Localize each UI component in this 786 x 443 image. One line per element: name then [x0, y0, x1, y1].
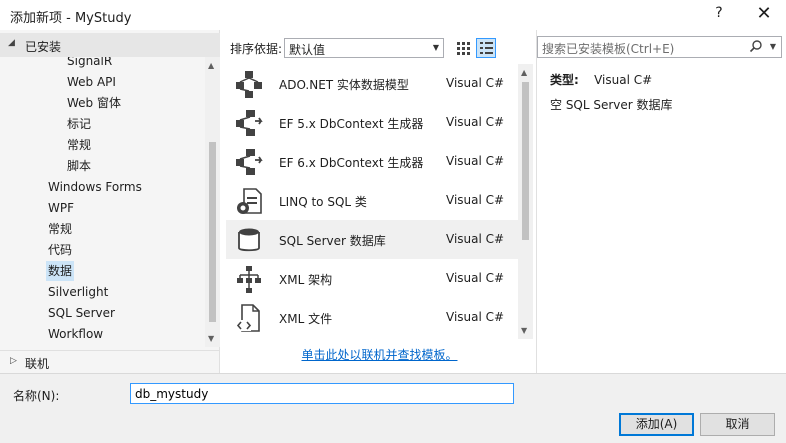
scroll-down-icon[interactable]: ▼: [208, 334, 214, 343]
template-list: ADO.NET 实体数据模型 Visual C# EF 5.x DbContext …: [226, 64, 518, 339]
grid-view-icon: [457, 42, 470, 55]
list-view-button[interactable]: [476, 38, 496, 58]
template-name: EF 6.x DbContext 生成器: [279, 156, 424, 170]
tree-item[interactable]: 脚本: [67, 156, 91, 176]
template-language: Visual C#: [446, 115, 505, 129]
template-name: EF 5.x DbContext 生成器: [279, 117, 424, 131]
tree-item[interactable]: 代码: [48, 240, 72, 260]
scroll-down-icon[interactable]: ▼: [521, 326, 527, 335]
tree-item[interactable]: Silverlight: [48, 282, 108, 302]
name-input[interactable]: [131, 384, 513, 403]
sort-select[interactable]: 默认值 ▼: [284, 38, 444, 58]
template-row[interactable]: LINQ to SQL 类 Visual C#: [226, 181, 518, 220]
online-node[interactable]: ▷ 联机: [0, 350, 220, 373]
collapse-arrow-icon[interactable]: ◢: [8, 38, 15, 48]
template-row[interactable]: ADO.NET 实体数据模型 Visual C#: [226, 64, 518, 103]
tree-item[interactable]: 常规: [67, 135, 91, 155]
scrollbar-thumb[interactable]: [209, 142, 216, 322]
search-box[interactable]: 搜索已安装模板(Ctrl+E) ▼: [537, 36, 782, 58]
xml-file-icon: [234, 303, 264, 333]
name-field-box: [130, 383, 514, 404]
list-view-icon: [480, 42, 493, 54]
template-scrollbar[interactable]: ▲ ▼: [518, 64, 533, 339]
template-row[interactable]: XML 文件 Visual C#: [226, 298, 518, 337]
template-name: XML 文件: [279, 312, 333, 326]
tree-item[interactable]: 标记: [67, 114, 91, 134]
scroll-up-icon[interactable]: ▲: [521, 68, 527, 77]
search-icon[interactable]: [749, 39, 763, 53]
category-panel: ◢ 已安装 SignalR Web API Web 窗体 标记 常规 脚本 Windows …: [0, 30, 220, 373]
tree-item[interactable]: WPF: [48, 198, 74, 218]
scrollbar-thumb[interactable]: [522, 82, 529, 240]
template-description: 空 SQL Server 数据库: [550, 98, 673, 112]
type-info: 类型: Visual C#: [550, 71, 652, 88]
find-templates-online-link[interactable]: 单击此处以联机并查找模板。: [226, 346, 533, 363]
tree-item[interactable]: 常规: [48, 219, 72, 239]
cancel-button[interactable]: 取消: [700, 413, 775, 436]
database-icon: [234, 225, 264, 255]
help-button[interactable]: ?: [709, 5, 729, 21]
online-label: 联机: [25, 357, 50, 371]
template-language: Visual C#: [446, 271, 505, 285]
template-name: SQL Server 数据库: [279, 234, 386, 248]
add-button[interactable]: 添加(A): [619, 413, 694, 436]
chevron-down-icon: ▼: [432, 43, 439, 52]
installed-label: 已安装: [25, 40, 62, 54]
dbcontext-generator-icon: [234, 108, 264, 138]
expand-arrow-icon[interactable]: ▷: [10, 356, 17, 366]
sort-bar: 排序依据: 默认值 ▼: [221, 30, 536, 62]
tree-item[interactable]: Windows Forms: [48, 177, 142, 197]
template-name: XML 架构: [279, 273, 333, 287]
category-tree: SignalR Web API Web 窗体 标记 常规 脚本 Windows Forms W…: [0, 57, 205, 347]
footer: 名称(N): 添加(A) 取消: [0, 373, 786, 443]
template-name: ADO.NET 实体数据模型: [279, 78, 409, 92]
sort-label: 排序依据:: [230, 42, 283, 56]
tree-item[interactable]: Web API: [67, 72, 116, 92]
xml-schema-icon: [234, 264, 264, 294]
tree-item[interactable]: Workflow: [48, 324, 103, 344]
close-button[interactable]: ✕: [752, 3, 776, 24]
details-panel: 搜索已安装模板(Ctrl+E) ▼ 类型: Visual C# 空 SQL Se…: [536, 30, 786, 373]
installed-header[interactable]: ◢ 已安装: [0, 33, 220, 57]
template-row[interactable]: SQL Server 数据库 Visual C#: [226, 220, 518, 259]
search-options-icon[interactable]: ▼: [770, 42, 776, 51]
name-label: 名称(N):: [13, 389, 60, 403]
template-name: LINQ to SQL 类: [279, 195, 367, 209]
linq-to-sql-icon: [234, 186, 264, 216]
template-language: Visual C#: [446, 76, 505, 90]
entity-model-icon: [234, 69, 264, 99]
type-value: Visual C#: [594, 73, 653, 87]
template-row[interactable]: EF 6.x DbContext 生成器 Visual C#: [226, 142, 518, 181]
type-label: 类型:: [550, 73, 579, 87]
tree-item[interactable]: 数据: [46, 261, 75, 281]
title-bar: 添加新项 - MyStudy ? ✕: [0, 0, 786, 30]
template-row[interactable]: EF 5.x DbContext 生成器 Visual C#: [226, 103, 518, 142]
dbcontext-generator-icon: [234, 147, 264, 177]
template-language: Visual C#: [446, 193, 505, 207]
window-title: 添加新项 - MyStudy: [10, 11, 132, 26]
template-language: Visual C#: [446, 310, 505, 324]
tree-item[interactable]: SQL Server: [48, 303, 115, 323]
sort-value: 默认值: [289, 43, 326, 57]
tree-item[interactable]: Web 窗体: [67, 93, 121, 113]
template-row[interactable]: XML 架构 Visual C#: [226, 259, 518, 298]
tree-item[interactable]: SignalR: [67, 57, 112, 71]
template-language: Visual C#: [446, 154, 505, 168]
template-language: Visual C#: [446, 232, 505, 246]
grid-view-button[interactable]: [453, 38, 473, 58]
category-scrollbar[interactable]: ▲ ▼: [205, 57, 220, 347]
search-placeholder: 搜索已安装模板(Ctrl+E): [542, 42, 675, 56]
scroll-up-icon[interactable]: ▲: [208, 61, 214, 70]
